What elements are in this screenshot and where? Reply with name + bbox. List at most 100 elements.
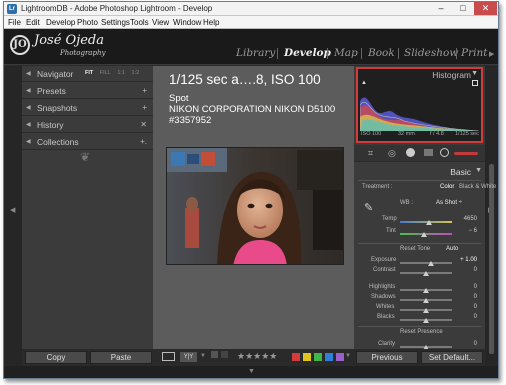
collapse-triangle-icon[interactable]: ▼: [475, 167, 482, 174]
color-label-blue[interactable]: [325, 353, 333, 361]
photo-preview[interactable]: [166, 147, 344, 265]
zoom-1-2[interactable]: 1:2: [132, 70, 140, 76]
snapshots-label: Snapshots: [37, 103, 78, 113]
add-collection-icon[interactable]: +.: [140, 137, 147, 146]
set-default-button[interactable]: Set Default...: [421, 351, 483, 364]
exposure-value[interactable]: + 1.00: [455, 257, 477, 263]
contrast-slider-knob[interactable]: [423, 271, 429, 276]
scrollbar[interactable]: [489, 164, 494, 354]
module-develop[interactable]: Develop: [284, 47, 331, 59]
presets-panel-header[interactable]: ◀ Presets +: [22, 83, 153, 99]
clarity-value[interactable]: 0: [455, 341, 477, 347]
collections-panel-header[interactable]: ◀ Collections +.: [22, 134, 153, 150]
copy-settings-button[interactable]: Copy: [25, 351, 87, 364]
collapse-triangle-icon[interactable]: ◀: [26, 121, 31, 128]
collapse-triangle-icon[interactable]: ◀: [26, 104, 31, 111]
zoom-fill[interactable]: FILL: [100, 70, 111, 76]
before-after-icon[interactable]: Y|Y: [180, 352, 197, 362]
graduated-filter-icon[interactable]: [424, 149, 433, 156]
whites-slider-knob[interactable]: [423, 308, 429, 313]
color-label-red[interactable]: [292, 353, 300, 361]
shadows-value[interactable]: 0: [455, 294, 477, 300]
menu-file[interactable]: File: [8, 18, 21, 27]
reset-tone-label[interactable]: Reset Tone: [400, 246, 430, 252]
minimize-button[interactable]: –: [430, 2, 452, 15]
module-print[interactable]: Print: [461, 47, 487, 59]
collapse-triangle-icon[interactable]: ▼: [471, 70, 478, 77]
menu-photo[interactable]: Photo: [77, 18, 98, 27]
treatment-color-option[interactable]: Color: [440, 184, 454, 190]
highlights-value[interactable]: 0: [455, 284, 477, 290]
treatment-bw-option[interactable]: Black & White: [459, 184, 496, 190]
snapshots-panel-header[interactable]: ◀ Snapshots +: [22, 100, 153, 116]
clear-history-icon[interactable]: ✕: [140, 120, 147, 129]
loupe-view-icon[interactable]: [162, 352, 175, 361]
before-after-menu-icon[interactable]: ▼: [200, 353, 206, 359]
color-label-green[interactable]: [314, 353, 322, 361]
blacks-value[interactable]: 0: [455, 314, 477, 320]
blacks-slider-knob[interactable]: [423, 318, 429, 323]
collapse-triangle-icon[interactable]: ◀: [26, 138, 31, 145]
collapse-triangle-icon[interactable]: ◀: [26, 87, 31, 94]
radial-filter-icon[interactable]: [440, 148, 449, 157]
basic-panel-header[interactable]: Basic ▼: [354, 164, 485, 179]
contrast-value[interactable]: 0: [455, 267, 477, 273]
spot-removal-icon[interactable]: ◎: [388, 148, 396, 159]
flag-reject-icon[interactable]: [221, 351, 228, 358]
histogram-title: Histogram: [432, 70, 471, 80]
red-eye-icon[interactable]: [406, 148, 415, 157]
collapse-triangle-icon[interactable]: ◀: [26, 70, 31, 77]
zoom-1-1[interactable]: 1:1: [117, 70, 125, 76]
menu-settings[interactable]: Settings: [101, 18, 130, 27]
right-panel-toggle-strip[interactable]: ▶: [485, 66, 498, 366]
eyedropper-icon[interactable]: ✎: [364, 201, 373, 214]
previous-button[interactable]: Previous: [356, 351, 418, 364]
toolbar-menu-icon[interactable]: ▼: [345, 353, 351, 359]
navigator-panel-header[interactable]: ◀ Navigator FIT FILL 1:1 1:2: [22, 66, 153, 82]
wb-dropdown[interactable]: As Shot ÷: [436, 200, 462, 206]
module-book[interactable]: Book: [368, 47, 395, 59]
module-slideshow[interactable]: Slideshow: [404, 47, 458, 59]
tint-value[interactable]: − 6: [455, 228, 477, 234]
color-label-yellow[interactable]: [303, 353, 311, 361]
tint-slider-knob[interactable]: [421, 232, 428, 237]
module-library[interactable]: Library: [236, 47, 275, 59]
add-preset-icon[interactable]: +: [142, 86, 147, 95]
star-rating[interactable]: ★★★★★: [237, 351, 277, 362]
temp-value[interactable]: 4650: [455, 216, 477, 222]
navigator-zoom-options: FIT FILL 1:1 1:2: [85, 70, 144, 76]
history-panel-header[interactable]: ◀ History ✕: [22, 117, 153, 133]
temp-slider-knob[interactable]: [425, 220, 432, 225]
flag-pick-icon[interactable]: [211, 351, 218, 358]
reset-presence-label[interactable]: Reset Presence: [400, 329, 443, 335]
menu-develop[interactable]: Develop: [46, 18, 75, 27]
menu-edit[interactable]: Edit: [26, 18, 40, 27]
auto-tone-button[interactable]: Auto: [446, 246, 458, 252]
highlights-slider-knob[interactable]: [423, 288, 429, 293]
exposure-slider-knob[interactable]: [428, 261, 435, 266]
close-button[interactable]: ✕: [474, 2, 497, 15]
module-map[interactable]: Map: [334, 47, 358, 59]
filmstrip-collapsed-bar[interactable]: ▼: [4, 366, 498, 378]
paste-settings-button[interactable]: Paste: [90, 351, 152, 364]
chevron-down-icon[interactable]: ▼: [248, 368, 255, 375]
zoom-fit[interactable]: FIT: [85, 70, 93, 76]
shadow-clipping-icon[interactable]: ▲: [361, 80, 367, 86]
maximize-button[interactable]: □: [452, 2, 474, 15]
adjustment-brush-icon[interactable]: [454, 152, 478, 155]
chevron-right-icon[interactable]: ▶: [489, 50, 494, 58]
add-snapshot-icon[interactable]: +: [142, 103, 147, 112]
whites-value[interactable]: 0: [455, 304, 477, 310]
histogram-panel[interactable]: Histogram ▼ ▲ ISO 100 32 mm f / 4.8 1/12…: [356, 67, 483, 143]
color-label-purple[interactable]: [336, 353, 344, 361]
exposure-slider[interactable]: [400, 262, 452, 264]
crop-tool-icon[interactable]: ⌗: [368, 148, 373, 159]
chevron-left-icon[interactable]: ◀: [10, 206, 15, 214]
menu-tools[interactable]: Tools: [130, 18, 149, 27]
menu-view[interactable]: View: [152, 18, 169, 27]
left-panel-toggle-strip[interactable]: ◀: [4, 66, 22, 366]
menu-help[interactable]: Help: [203, 18, 219, 27]
highlight-clipping-icon[interactable]: [472, 80, 478, 86]
shadows-slider-knob[interactable]: [423, 298, 429, 303]
menu-window[interactable]: Window: [173, 18, 201, 27]
